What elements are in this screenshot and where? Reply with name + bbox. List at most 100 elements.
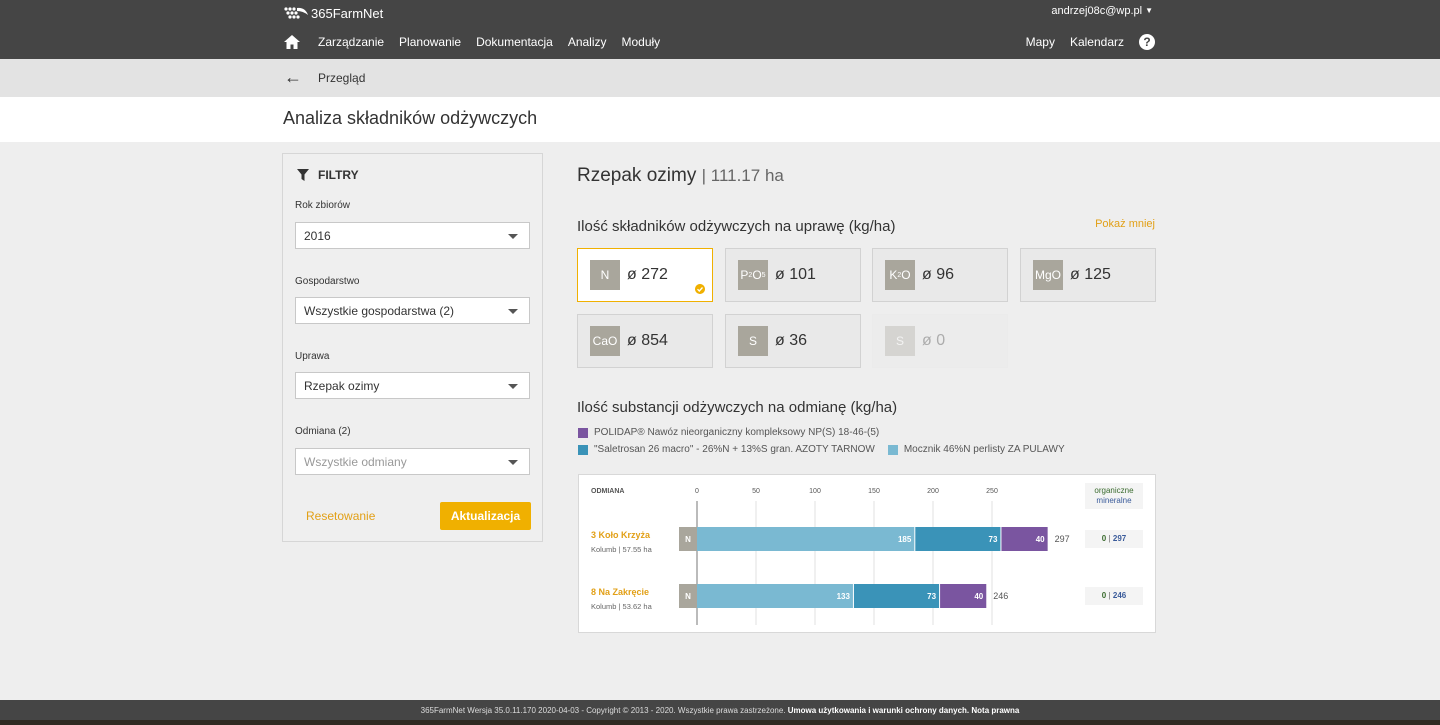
section-title-crop: Ilość składników odżywczych na uprawę (k… xyxy=(577,218,896,235)
x-tick-label: 50 xyxy=(752,488,760,495)
title-bar: Analiza składników odżywczych xyxy=(0,97,1440,142)
x-tick-label: 250 xyxy=(986,488,998,495)
nutrient-card-s[interactable]: S ø 36 xyxy=(725,314,861,368)
back-arrow-icon[interactable]: ← xyxy=(284,67,302,88)
reset-button[interactable]: Resetowanie xyxy=(306,509,375,523)
chart-svg: ODMIANA 0 50 100 150 200 250 3 Koło Krzyża Kolum… xyxy=(591,488,1070,625)
x-tick-label: 150 xyxy=(868,488,880,495)
nutrient-value: ø 36 xyxy=(775,332,808,349)
nutrient-tag-label: N xyxy=(685,592,691,601)
x-tick-label: 0 xyxy=(695,488,699,495)
org-min-cell: 0 | 297 xyxy=(1085,530,1143,548)
bar-value-label: 185 xyxy=(898,535,912,544)
breadcrumb-bar: ← Przegląd xyxy=(0,59,1440,97)
min-value: 246 xyxy=(1112,591,1127,600)
row-sublabel: Kolumb | 57.55 ha xyxy=(591,545,653,554)
row-label: 3 Koło Krzyża xyxy=(591,530,651,540)
nav-item-planowanie[interactable]: Planowanie xyxy=(399,35,461,49)
legend-item: "Saletrosan 26 macro" - 26%N + 13%S gran… xyxy=(578,444,1065,455)
legend-item: POLIDAP® Nawóz nieorganiczny kompleksowy… xyxy=(578,427,879,438)
main-nav: Zarządzanie Planowanie Dokumentacja Anal… xyxy=(283,34,675,50)
crop-value: Rzepak ozimy xyxy=(304,379,380,393)
bar-value-label: 40 xyxy=(1036,535,1045,544)
nutrient-card-cao[interactable]: CaO ø 854 xyxy=(577,314,713,368)
nutrient-value: ø 272 xyxy=(627,266,668,283)
bar-value-label: 133 xyxy=(837,592,851,601)
nutrient-card-mgo[interactable]: MgO ø 125 xyxy=(1020,248,1156,302)
user-email: andrzej08c@wp.pl xyxy=(1051,5,1143,17)
filters-title: FILTRY xyxy=(318,168,359,182)
section-title-variety: Ilość substancji odżywczych na odmianę (… xyxy=(577,399,898,416)
nav-item-dokumentacja[interactable]: Dokumentacja xyxy=(476,35,553,49)
nav-item-moduly[interactable]: Moduły xyxy=(622,35,661,49)
bottom-strip xyxy=(0,720,1440,725)
year-value: 2016 xyxy=(304,229,331,243)
farm-label: Gospodarstwo xyxy=(295,276,360,287)
min-value: 297 xyxy=(1112,534,1127,543)
legend-label: POLIDAP® Nawóz nieorganiczny kompleksowy… xyxy=(594,427,880,438)
row-sublabel: Kolumb | 53.62 ha xyxy=(591,602,653,611)
user-menu[interactable]: andrzej08c@wp.pl ▼ xyxy=(1051,5,1153,17)
terms-link[interactable]: Umowa użytkowania i warunki ochrony dany… xyxy=(788,706,969,715)
legend-swatch xyxy=(887,444,898,455)
org-label: organiczne xyxy=(1094,486,1134,495)
year-select[interactable]: 2016 xyxy=(295,222,530,249)
nutrient-value: ø 96 xyxy=(922,266,955,283)
top-navbar: 365FarmNet andrzej08c@wp.pl ▼ Zarządzanie… xyxy=(0,0,1440,59)
crop-area: | 111.17 ha xyxy=(701,166,784,185)
year-label: Rok zbiorów xyxy=(295,200,351,211)
nutrient-chip: N xyxy=(590,260,620,290)
legend-swatch xyxy=(578,444,588,455)
farm-select[interactable]: Wszystkie gospodarstwa (2) xyxy=(295,297,530,324)
logo-text: 365FarmNet xyxy=(311,5,384,21)
legend-swatch xyxy=(578,427,588,438)
nutrient-value: ø 125 xyxy=(1070,266,1111,283)
nav-item-zarzadzanie[interactable]: Zarządzanie xyxy=(318,35,384,49)
nav-item-mapy[interactable]: Mapy xyxy=(1026,35,1055,49)
nav-item-analizy[interactable]: Analizy xyxy=(568,35,607,49)
home-icon[interactable] xyxy=(283,34,301,50)
dropdown-arrow-icon xyxy=(508,384,518,389)
bar-segment xyxy=(697,527,915,551)
nutrient-chip: K2O xyxy=(885,260,915,290)
update-button[interactable]: Aktualizacja xyxy=(440,502,531,530)
nutrient-chip: S xyxy=(738,326,768,356)
caret-down-icon: ▼ xyxy=(1145,6,1153,15)
farmnet-logo-icon xyxy=(284,7,308,19)
nav-item-kalendarz[interactable]: Kalendarz xyxy=(1070,35,1124,49)
nutrient-chip: P2O5 xyxy=(738,260,768,290)
dropdown-arrow-icon xyxy=(508,460,518,465)
bar-value-label: 73 xyxy=(989,535,998,544)
nutrient-card-n[interactable]: N ø 272 xyxy=(577,248,713,302)
crop-select[interactable]: Rzepak ozimy xyxy=(295,372,530,399)
app-logo[interactable]: 365FarmNet xyxy=(283,5,383,21)
nutrient-value: ø 0 xyxy=(922,332,946,349)
nutrient-chip: MgO xyxy=(1033,260,1063,290)
bar-value-label: 73 xyxy=(927,592,936,601)
footer-text: 365FarmNet Wersja 35.0.11.170 2020-04-03… xyxy=(420,706,786,715)
page-title: Analiza składników odżywczych xyxy=(283,108,538,128)
bar-segment xyxy=(697,584,853,608)
nutrient-value: ø 854 xyxy=(627,332,668,349)
nutrient-tag-label: N xyxy=(685,535,691,544)
nutrient-chip: S xyxy=(885,326,915,356)
filters-panel: FILTRY Rok zbiorów 2016 Gospodarstwo Wsz… xyxy=(282,153,543,542)
show-less-link[interactable]: Pokaż mniej xyxy=(1095,218,1155,230)
bar-total-label: 297 xyxy=(1055,534,1070,544)
legend-label: "Saletrosan 26 macro" - 26%N + 13%S gran… xyxy=(594,444,875,455)
legal-link[interactable]: Nota prawna xyxy=(971,706,1019,715)
dropdown-arrow-icon xyxy=(508,309,518,314)
crop-title: Rzepak ozimy | 111.17 ha xyxy=(577,165,784,187)
variety-select[interactable]: Wszystkie odmiany xyxy=(295,448,530,475)
nutrient-card-p2o5[interactable]: P2O5 ø 101 xyxy=(725,248,861,302)
nutrient-card-k2o[interactable]: K2O ø 96 xyxy=(872,248,1008,302)
org-min-header: organiczne mineralne xyxy=(1085,483,1143,509)
org-min-cell: 0 | 246 xyxy=(1085,587,1143,605)
help-icon[interactable]: ? xyxy=(1139,34,1155,50)
dropdown-arrow-icon xyxy=(508,234,518,239)
crop-label: Uprawa xyxy=(295,351,330,362)
filters-header: FILTRY xyxy=(297,168,359,182)
min-label: mineralne xyxy=(1096,496,1132,505)
variety-placeholder: Wszystkie odmiany xyxy=(304,455,407,469)
breadcrumb[interactable]: Przegląd xyxy=(318,71,365,85)
